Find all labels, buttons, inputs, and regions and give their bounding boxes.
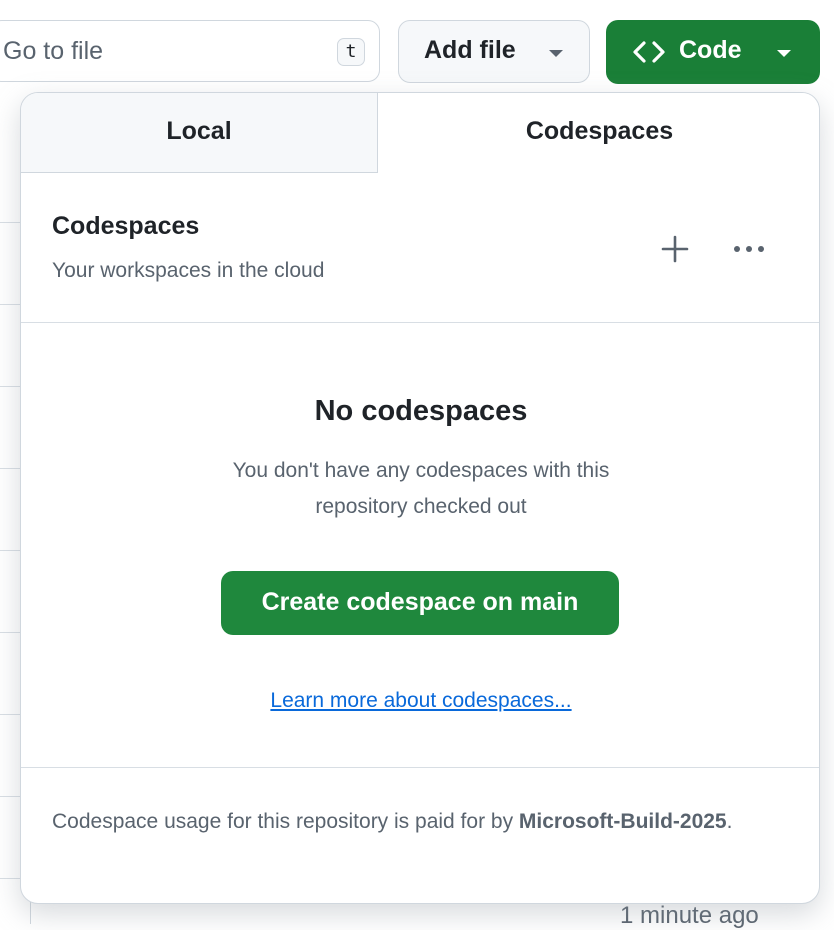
codespaces-subtitle: Your workspaces in the cloud bbox=[52, 259, 325, 282]
keyboard-shortcut-hint: t bbox=[337, 38, 365, 66]
codespaces-header: Codespaces Your workspaces in the cloud bbox=[21, 173, 819, 323]
plus-icon bbox=[661, 235, 689, 263]
tab-local[interactable]: Local bbox=[21, 93, 378, 173]
commit-timestamp: 1 minute ago bbox=[620, 902, 759, 929]
create-codespace-button[interactable]: Create codespace on main bbox=[221, 571, 619, 635]
codespaces-empty-state: No codespaces You don't have any codespa… bbox=[21, 323, 819, 767]
triangle-down-icon bbox=[777, 50, 791, 57]
learn-more-link[interactable]: Learn more about codespaces... bbox=[21, 689, 819, 713]
code-button-label: Code bbox=[679, 36, 742, 64]
tab-local-label: Local bbox=[166, 117, 232, 145]
empty-state-description: You don't have any codespaces with this … bbox=[232, 459, 610, 518]
code-dropdown-tabs: Local Codespaces bbox=[21, 93, 819, 173]
code-button[interactable]: Code bbox=[606, 20, 820, 84]
code-dropdown-panel: Local Codespaces Codespaces Your workspa… bbox=[20, 92, 820, 904]
add-file-label: Add file bbox=[424, 36, 516, 64]
kebab-horizontal-icon bbox=[734, 246, 764, 252]
codespaces-title: Codespaces bbox=[52, 212, 200, 240]
code-icon bbox=[633, 41, 665, 63]
tab-codespaces[interactable]: Codespaces bbox=[378, 93, 819, 173]
billing-owner: Microsoft-Build-2025 bbox=[518, 810, 727, 833]
empty-state-title: No codespaces bbox=[314, 395, 528, 427]
triangle-down-icon bbox=[549, 50, 563, 57]
billing-note: Codespace usage for this repository is p… bbox=[52, 804, 782, 840]
go-to-file-placeholder: Go to file bbox=[3, 37, 104, 65]
codespaces-billing-footer: Codespace usage for this repository is p… bbox=[21, 767, 819, 903]
billing-note-prefix: Codespace usage for this repository is p… bbox=[52, 810, 519, 833]
tab-codespaces-label: Codespaces bbox=[525, 117, 674, 145]
create-codespace-label: Create codespace on main bbox=[261, 588, 579, 616]
go-to-file-input[interactable]: Go to file t bbox=[0, 20, 380, 82]
billing-note-suffix: . bbox=[726, 810, 733, 833]
new-codespace-button[interactable] bbox=[657, 231, 693, 267]
codespaces-more-options-button[interactable] bbox=[729, 231, 769, 267]
add-file-button[interactable]: Add file bbox=[398, 20, 590, 83]
